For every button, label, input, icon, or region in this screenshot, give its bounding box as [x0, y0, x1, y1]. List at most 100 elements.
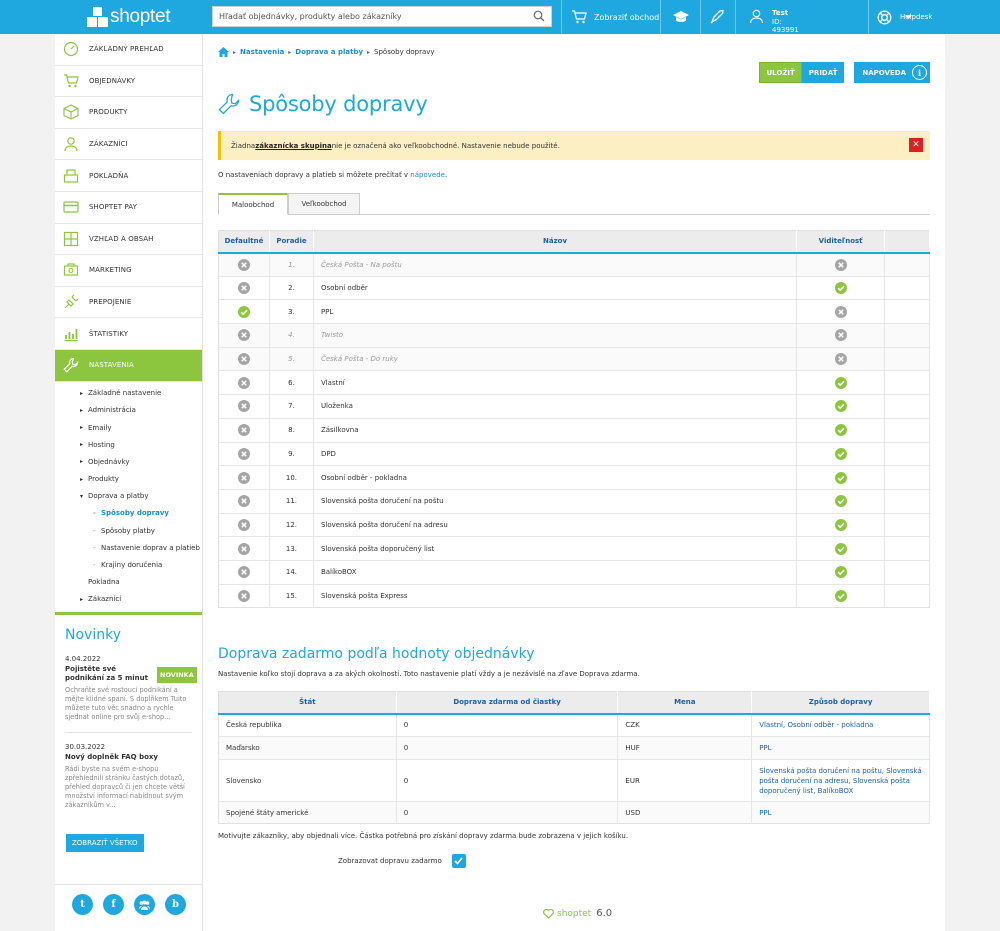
shipping-name[interactable]: BalíkoBOX — [313, 559, 798, 585]
visibility-check-circle-icon[interactable] — [834, 447, 847, 460]
facebook-icon[interactable]: f — [103, 894, 124, 915]
default-x-circle-icon[interactable] — [237, 589, 250, 602]
academy-button[interactable] — [672, 0, 690, 34]
column-header[interactable]: Názov — [313, 230, 798, 254]
visibility-x-circle-icon[interactable] — [834, 258, 847, 271]
help-link[interactable]: nápovede — [410, 171, 445, 179]
sidebar-item[interactable]: Marketing — [55, 255, 202, 287]
visibility-x-circle-icon[interactable] — [834, 329, 847, 342]
show-free-shipping-checkbox[interactable] — [451, 854, 466, 868]
default-check-circle-icon[interactable] — [237, 305, 250, 318]
shoptet-logo[interactable]: shoptet — [87, 6, 171, 28]
default-x-circle-icon[interactable] — [237, 258, 250, 271]
sidebar-item[interactable]: Prepojenie — [55, 287, 202, 319]
notifications-button[interactable] — [709, 0, 725, 34]
shipping-name[interactable]: Twisto — [313, 323, 798, 348]
save-button[interactable]: ULOŽIŤ — [759, 62, 802, 83]
visibility-check-circle-icon[interactable] — [834, 542, 847, 555]
methods-link[interactable]: Vlastní, Osobní odběr - pokladna — [751, 713, 930, 737]
column-header[interactable]: Poradie — [269, 230, 314, 254]
news-item[interactable]: 4.04.2022 Pojistěte své podnikání za 5 m… — [65, 655, 197, 733]
table-row[interactable]: 15. Slovenská pošta Express — [218, 583, 930, 608]
tab-retail[interactable]: Maloobchod — [218, 193, 288, 215]
methods-link[interactable]: Slovenská pošta doručení na poštu, Slove… — [751, 759, 930, 802]
visibility-check-circle-icon[interactable] — [834, 282, 847, 295]
subnav-item[interactable]: ▸ Objednávky — [55, 453, 202, 470]
search-input[interactable] — [213, 7, 523, 26]
methods-link[interactable]: PPL — [751, 801, 930, 824]
tab-wholesale[interactable]: Veľkoobchod — [288, 193, 360, 215]
sidebar-item[interactable]: Štatistiky — [55, 318, 202, 350]
subnav-item[interactable]: ▾ Doprava a platby — [55, 488, 202, 505]
shipping-name[interactable]: DPD — [313, 441, 798, 466]
subnav-item[interactable]: ▸ Emaily — [55, 419, 202, 436]
show-all-button[interactable]: ZOBRAZIŤ VŠETKO — [66, 833, 144, 852]
sidebar-item[interactable]: Objednávky — [55, 66, 202, 98]
subnav-item[interactable]: - Spôsoby dopravy — [55, 505, 202, 522]
shipping-name[interactable]: Vlastní — [313, 370, 798, 395]
table-row[interactable]: 10. Osobní odběr - pokladna — [218, 465, 930, 490]
table-row[interactable]: 7. Uloženka — [218, 394, 930, 419]
help-button[interactable]: NÁPOVEDA i — [854, 62, 930, 83]
table-row[interactable]: 5. Česká Pošta - Do ruky — [218, 346, 930, 371]
default-x-circle-icon[interactable] — [237, 424, 250, 437]
subnav-item[interactable]: - Spôsoby platby — [55, 522, 202, 539]
sidebar-item[interactable]: Pokladňa — [55, 160, 202, 192]
news-item[interactable]: 30.03.2022 Nový doplněk FAQ boxy Rádi by… — [65, 743, 192, 820]
visibility-check-circle-icon[interactable] — [834, 400, 847, 413]
news-title[interactable]: Pojistěte své podnikání za 5 minut — [65, 665, 157, 683]
table-row[interactable]: 11. Slovenská pošta doručení na poštu — [218, 488, 930, 514]
table-row[interactable]: 6. Vlastní — [218, 370, 930, 395]
table-row[interactable]: 13. Slovenská pošta doporučený list — [218, 536, 930, 561]
community-icon[interactable] — [134, 894, 155, 915]
table-row[interactable]: 4. Twisto — [218, 323, 930, 348]
news-title[interactable]: Nový doplněk FAQ boxy — [65, 753, 185, 762]
visibility-check-circle-icon[interactable] — [834, 424, 847, 437]
table-row[interactable]: 12. Slovenská pošta doručení na adresu — [218, 512, 930, 537]
twitter-icon[interactable]: t — [72, 894, 93, 915]
add-button[interactable]: PRIDAŤ — [801, 62, 845, 83]
shipping-name[interactable]: Slovenská pošta doručení na poštu — [313, 488, 798, 514]
table-row[interactable]: 9. DPD — [218, 441, 930, 466]
subnav-item[interactable]: - Krajiny doručenia — [55, 556, 202, 573]
blog-icon[interactable]: b — [165, 894, 186, 915]
table-row[interactable]: 3. PPL — [218, 299, 930, 324]
sidebar-item[interactable]: Vzhľad a obsah — [55, 224, 202, 256]
shipping-name[interactable]: Osobní odběr — [313, 275, 798, 300]
table-row[interactable]: 1. Česká Pošta - Na poštu — [218, 252, 930, 277]
visibility-check-circle-icon[interactable] — [834, 376, 847, 389]
visibility-check-circle-icon[interactable] — [834, 518, 847, 531]
subnav-item[interactable]: ▸ Zákazníci — [55, 591, 202, 608]
visibility-check-circle-icon[interactable] — [834, 495, 847, 508]
default-x-circle-icon[interactable] — [237, 329, 250, 342]
subnav-item[interactable]: Pokladna — [55, 574, 202, 591]
subnav-item[interactable]: ▸ Produkty — [55, 470, 202, 487]
column-header[interactable]: Viditeľnosť — [796, 230, 886, 254]
default-x-circle-icon[interactable] — [237, 353, 250, 366]
helpdesk-button[interactable]: Helpdesk — [877, 0, 932, 34]
subnav-item[interactable]: - Nastavenie doprav a platieb — [55, 539, 202, 556]
visibility-check-circle-icon[interactable] — [834, 589, 847, 602]
table-row[interactable]: 2. Osobní odběr — [218, 275, 930, 300]
shipping-name[interactable]: Uloženka — [313, 394, 798, 419]
shipping-name[interactable]: Slovenská pošta doporučený list — [313, 536, 798, 561]
default-x-circle-icon[interactable] — [237, 400, 250, 413]
table-row[interactable]: 8. Zásilkovna — [218, 417, 930, 442]
breadcrumb-settings-link[interactable]: Nastavenia — [240, 48, 284, 56]
customer-group-link[interactable]: zákaznícka skupina — [255, 142, 332, 150]
default-x-circle-icon[interactable] — [237, 542, 250, 555]
breadcrumb-shipping-link[interactable]: Doprava a platby — [295, 48, 363, 56]
shipping-name[interactable]: Slovenská pošta doručení na adresu — [313, 512, 798, 537]
sidebar-item[interactable]: Zákazníci — [55, 129, 202, 161]
shipping-name[interactable]: Česká Pošta - Do ruky — [313, 346, 798, 371]
default-x-circle-icon[interactable] — [237, 566, 250, 579]
default-x-circle-icon[interactable] — [237, 518, 250, 531]
sidebar-item[interactable]: Shoptet Pay — [55, 192, 202, 224]
show-store-button[interactable]: Zobraziť obchod — [571, 0, 659, 34]
default-x-circle-icon[interactable] — [237, 376, 250, 389]
visibility-check-circle-icon[interactable] — [834, 566, 847, 579]
visibility-x-circle-icon[interactable] — [834, 353, 847, 366]
search-box[interactable] — [212, 6, 552, 27]
search-icon[interactable] — [533, 10, 545, 22]
visibility-check-circle-icon[interactable] — [834, 471, 847, 484]
